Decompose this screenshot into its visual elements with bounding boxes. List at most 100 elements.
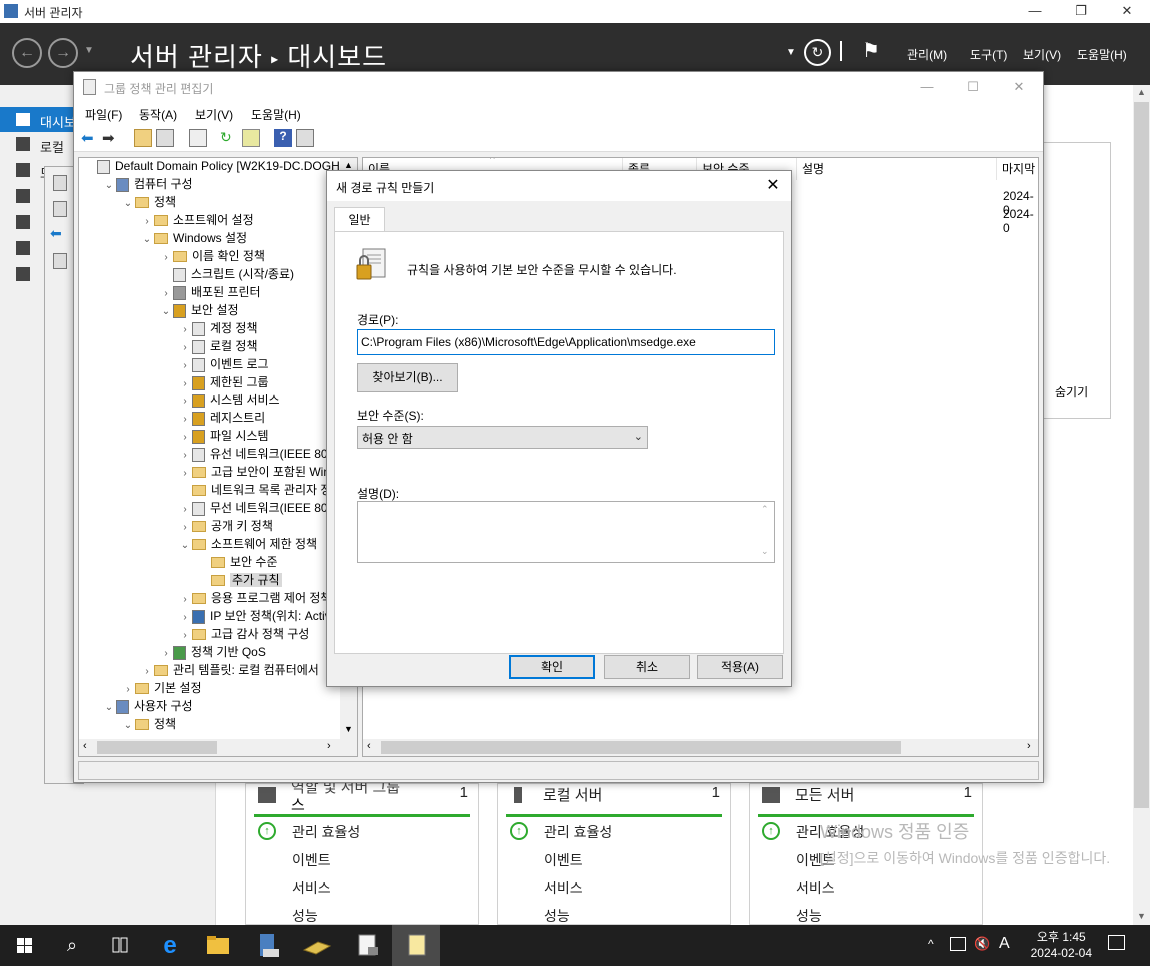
menu-tools[interactable]: 도구(T)	[970, 46, 1007, 63]
scroll-up-icon[interactable]: ⌃	[761, 504, 769, 515]
tree-node[interactable]: › 계정 정책	[178, 319, 258, 337]
menu-file[interactable]: 파일(F)	[85, 106, 122, 123]
server-manager-scrollbar[interactable]: ▲ ▼	[1133, 85, 1150, 925]
tree-node[interactable]: 네트워크 목록 관리자 정	[178, 481, 331, 499]
browse-button[interactable]: 찾아보기(B)...	[357, 363, 458, 392]
scroll-down-icon[interactable]: ▼	[1137, 911, 1146, 921]
forward-button[interactable]: →	[48, 38, 78, 68]
tree-node[interactable]: › 고급 보안이 포함된 Win	[178, 463, 330, 481]
tree-node[interactable]: › 무선 네트워크(IEEE 802	[178, 499, 334, 517]
clock[interactable]: 오후 1:45 2024-02-04	[1031, 929, 1092, 961]
scroll-up-icon[interactable]: ▲	[344, 160, 353, 170]
tree-node[interactable]: › 기본 설정	[121, 679, 201, 697]
refresh-icon[interactable]: ↻	[804, 39, 831, 66]
tree-node[interactable]: ⌄ Windows 설정	[140, 229, 247, 247]
show-hide-tree-icon[interactable]	[156, 129, 174, 147]
tile-row-services[interactable]: 서비스	[796, 878, 835, 898]
chevron-down-icon[interactable]: ⌄	[121, 717, 135, 735]
tile-row-performance[interactable]: 성능	[796, 906, 822, 926]
tile-roles[interactable]: 역할 및 서버 그룹 스 1 ↑ 관리 효율성 이벤트 서비스 성능	[245, 779, 479, 926]
tree-node[interactable]: ⌄ 소프트웨어 제한 정책	[178, 535, 317, 553]
tree-node[interactable]: › 이벤트 로그	[178, 355, 269, 373]
refresh-dropdown-icon[interactable]: ▼	[786, 47, 796, 58]
tree-node[interactable]: ⌄ 정책	[121, 715, 176, 733]
tree-node[interactable]: › 소프트웨어 설정	[140, 211, 253, 229]
close-button[interactable]: ✕	[1104, 0, 1150, 23]
cancel-button[interactable]: 취소	[604, 655, 690, 679]
tile-local-server[interactable]: 로컬 서버 1 ↑ 관리 효율성 이벤트 서비스 성능	[497, 783, 731, 925]
tree-node[interactable]: ⌄ 정책	[121, 193, 176, 211]
policy-editor-taskbar-icon[interactable]	[342, 925, 390, 966]
path-input[interactable]	[357, 329, 775, 355]
back-icon[interactable]: ⬅	[81, 129, 99, 147]
tree-node[interactable]: › 시스템 서비스	[178, 391, 280, 409]
tree-node[interactable]: 추가 규칙	[197, 571, 282, 589]
menu-manage[interactable]: 관리(M)	[907, 46, 947, 63]
policy-tree[interactable]: Default Domain Policy [W2K19-DC.DOGHI ⌄ 컴퓨…	[78, 157, 358, 757]
back-button[interactable]: ←	[12, 38, 42, 68]
up-folder-icon[interactable]	[134, 129, 152, 147]
tree-node[interactable]: › 고급 감사 정책 구성	[178, 625, 309, 643]
internet-explorer-icon[interactable]: e	[146, 925, 194, 966]
server-manager-taskbar-icon[interactable]	[244, 925, 292, 966]
refresh-icon[interactable]: ↻	[220, 129, 238, 147]
scroll-down-icon[interactable]: ⌄	[761, 546, 769, 557]
minimize-button[interactable]: —	[904, 76, 950, 99]
maximize-button[interactable]: ☐	[950, 76, 996, 99]
scroll-down-icon[interactable]: ▼	[344, 724, 353, 734]
list-horizontal-scrollbar[interactable]: ‹ ›	[363, 739, 1038, 756]
menu-view[interactable]: 보기(V)	[195, 106, 233, 123]
chevron-down-icon[interactable]: ⌄	[102, 699, 116, 717]
scroll-thumb[interactable]	[1134, 102, 1149, 808]
tree-node[interactable]: 스크립트 (시작/종료)	[159, 265, 294, 283]
search-icon[interactable]: ⌕	[48, 925, 96, 966]
tree-node[interactable]: › 공개 키 정책	[178, 517, 273, 535]
description-scrollbar[interactable]: ⌃ ⌄	[757, 502, 774, 562]
tree-node[interactable]: ⌄ 사용자 구성	[102, 697, 193, 715]
tile-row-services[interactable]: 서비스	[292, 878, 331, 898]
tree-node[interactable]: › 유선 네트워크(IEEE 802	[178, 445, 334, 463]
properties-icon[interactable]	[189, 129, 207, 147]
tree-node[interactable]: › IP 보안 정책(위치: Activ	[178, 607, 331, 625]
scroll-thumb[interactable]	[381, 741, 901, 754]
tree-node[interactable]: › 관리 템플릿: 로컬 컴퓨터에서	[140, 661, 319, 679]
menu-help[interactable]: 도움말(H)	[1077, 46, 1127, 63]
show-action-pane-icon[interactable]	[296, 129, 314, 147]
tile-row-services[interactable]: 서비스	[544, 878, 583, 898]
chevron-down-icon[interactable]: ⌄	[102, 177, 116, 195]
history-dropdown-icon[interactable]: ▼	[84, 45, 94, 56]
hide-link[interactable]: 숨기기	[1055, 383, 1088, 400]
show-hidden-icons-icon[interactable]: ^	[928, 937, 934, 951]
tile-row-manageability[interactable]: 관리 효율성	[292, 822, 360, 842]
chevron-down-icon[interactable]: ⌄	[159, 303, 173, 321]
scroll-up-icon[interactable]: ▲	[1137, 87, 1146, 97]
apply-button[interactable]: 적용(A)	[697, 655, 783, 679]
tile-row-performance[interactable]: 성능	[544, 906, 570, 926]
tree-horizontal-scrollbar[interactable]: ‹ ›	[79, 739, 357, 756]
maximize-button[interactable]: ❐	[1058, 0, 1104, 23]
menu-help[interactable]: 도움말(H)	[251, 106, 301, 123]
tile-row-events[interactable]: 이벤트	[544, 850, 583, 870]
file-explorer-icon[interactable]	[194, 925, 242, 966]
scroll-thumb[interactable]	[97, 741, 217, 754]
tile-row-performance[interactable]: 성능	[292, 906, 318, 926]
tree-node[interactable]: Default Domain Policy [W2K19-DC.DOGHI	[83, 158, 343, 175]
tile-row-events[interactable]: 이벤트	[292, 850, 331, 870]
scroll-left-icon[interactable]: ‹	[367, 740, 371, 752]
tab-general[interactable]: 일반	[334, 207, 385, 232]
tree-node[interactable]: ⌄ 보안 설정	[159, 301, 239, 319]
tree-node[interactable]: › 로컬 정책	[178, 337, 258, 355]
close-button[interactable]: ✕	[996, 76, 1042, 99]
gpo-editor-taskbar-icon[interactable]	[392, 925, 440, 966]
scroll-right-icon[interactable]: ›	[1027, 740, 1031, 752]
column-description[interactable]: 설명	[797, 158, 997, 180]
tree-node[interactable]: › 레지스트리	[178, 409, 265, 427]
menu-view[interactable]: 보기(V)	[1023, 46, 1061, 63]
chevron-down-icon[interactable]: ⌄	[178, 537, 192, 555]
notification-flag-icon[interactable]: ⚑	[862, 38, 880, 63]
sidebar-item-local-server[interactable]: 로컬	[40, 137, 64, 156]
security-level-select[interactable]: 허용 안 함 ⌄	[357, 426, 648, 449]
chevron-down-icon[interactable]: ⌄	[121, 195, 135, 213]
back-arrow-icon[interactable]: ⬅	[50, 225, 62, 242]
tree-node[interactable]: 보안 수준	[197, 553, 278, 571]
